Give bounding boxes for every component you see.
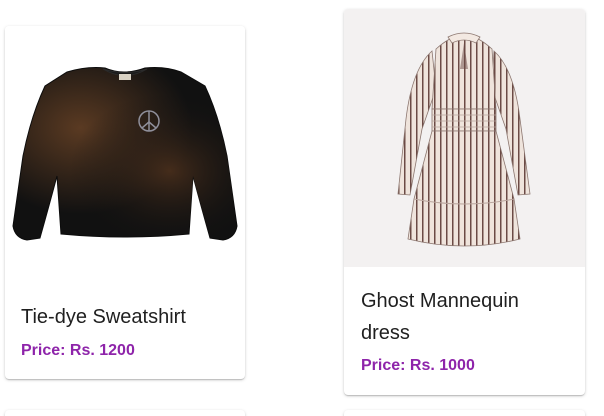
product-image-area[interactable]: [344, 9, 585, 267]
product-card[interactable]: Tie-dye Sweatshirt Price: Rs. 1200: [5, 26, 245, 379]
product-image-area[interactable]: [5, 26, 245, 284]
sweatshirt-image: [12, 67, 238, 241]
dress-image: [397, 32, 531, 247]
product-card-partial[interactable]: [5, 410, 245, 416]
product-grid: Tie-dye Sweatshirt Price: Rs. 1200 Ghost…: [0, 0, 604, 416]
product-price: Price: Rs. 1200: [21, 342, 135, 359]
product-card[interactable]: Ghost Mannequin dress Price: Rs. 1000: [344, 9, 585, 395]
product-price: Price: Rs. 1000: [361, 357, 475, 374]
product-card-partial[interactable]: [344, 410, 585, 416]
product-title[interactable]: Ghost Mannequin dress: [361, 285, 561, 349]
product-title[interactable]: Tie-dye Sweatshirt: [21, 301, 233, 333]
